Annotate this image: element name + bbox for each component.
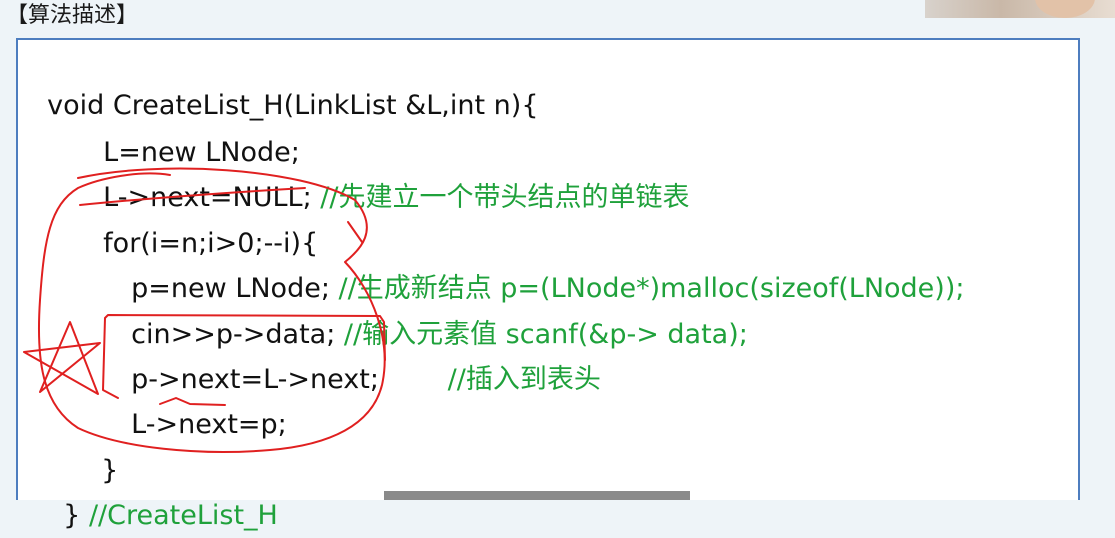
code-line-2: L=new LNode; — [86, 87, 300, 168]
section-heading: 【算法描述】 — [6, 3, 139, 28]
code-line-6: cin>>p->data; //输入元素值 scanf(&p-> data); — [114, 269, 748, 350]
horizontal-scrollbar[interactable] — [384, 491, 690, 500]
presenter-video-thumbnail — [925, 0, 1115, 18]
code-text: } — [63, 500, 89, 531]
code-line-10: } //CreateList_H — [46, 450, 278, 531]
code-line-7: p->next=L->next; //插入到表头 — [114, 314, 601, 395]
code-line-1: void CreateList_H(LinkList &L,int n){ — [30, 40, 538, 121]
code-text: L->next=p; — [131, 409, 287, 440]
code-comment: //CreateList_H — [88, 500, 278, 531]
presenter-face — [1035, 0, 1095, 18]
code-line-5: p=new LNode; //生成新结点 p=(LNode*)malloc(si… — [114, 223, 964, 304]
code-line-9: } — [84, 405, 118, 486]
code-comment: //插入到表头 — [447, 364, 601, 395]
code-line-8: L->next=p; — [114, 359, 287, 440]
code-line-4: for(i=n;i>0;--i){ — [86, 178, 318, 259]
code-comment: //先建立一个带头结点的单链表 — [320, 182, 690, 213]
code-line-3: L->next=NULL; //先建立一个带头结点的单链表 — [86, 132, 689, 213]
